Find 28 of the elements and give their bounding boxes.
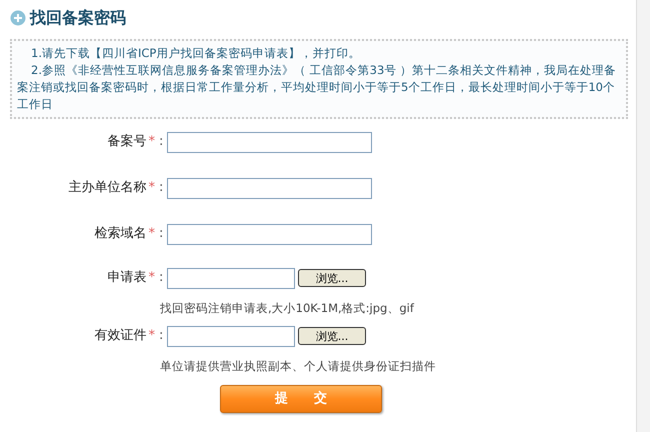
browse-button[interactable]: 浏览...	[298, 269, 366, 287]
required-mark: *	[148, 269, 155, 288]
browse-button[interactable]: 浏览...	[298, 327, 366, 345]
input-field[interactable]	[167, 268, 295, 288]
colon: :	[159, 225, 164, 244]
required-mark: *	[148, 179, 155, 198]
required-mark: *	[148, 133, 155, 152]
colon: :	[159, 327, 164, 346]
input-field[interactable]	[167, 326, 295, 346]
colon: :	[159, 133, 164, 152]
field-label: 检索域名	[94, 225, 146, 244]
input-field[interactable]	[167, 132, 372, 152]
input-field[interactable]	[167, 178, 372, 198]
field-label: 备案号	[108, 133, 146, 152]
field-label: 主办单位名称	[68, 179, 146, 198]
colon: :	[159, 179, 164, 198]
field-label: 申请表	[108, 269, 146, 288]
colon: :	[159, 269, 164, 288]
page-title: 找回备案密码	[30, 7, 126, 29]
notice-text: 2.参照《非经营性互联网信息服务备案管理办法》（ 工信部令第33号 ）第十二条相关文件精神，我局在处理备案注销或找回备案密码时，根据日常工作量分析，平均处理时间小于等于5个工作日，最长处理时间小于等于10个工作日	[17, 62, 617, 113]
required-mark: *	[148, 225, 155, 244]
plus-circle-icon	[10, 10, 26, 26]
required-mark: *	[148, 327, 155, 346]
hint-text: 单位请提供营业执照副本、个人请提供身份证扫描件	[160, 359, 436, 373]
field-label: 有效证件	[94, 327, 146, 346]
hint-text: 找回密码注销申请表,大小10K-1M,格式:jpg、gif	[160, 301, 414, 315]
notice-text: 1.请先下载【四川省ICP用户找回备案密码申请表】，并打印。	[30, 45, 362, 62]
input-field[interactable]	[167, 224, 372, 244]
